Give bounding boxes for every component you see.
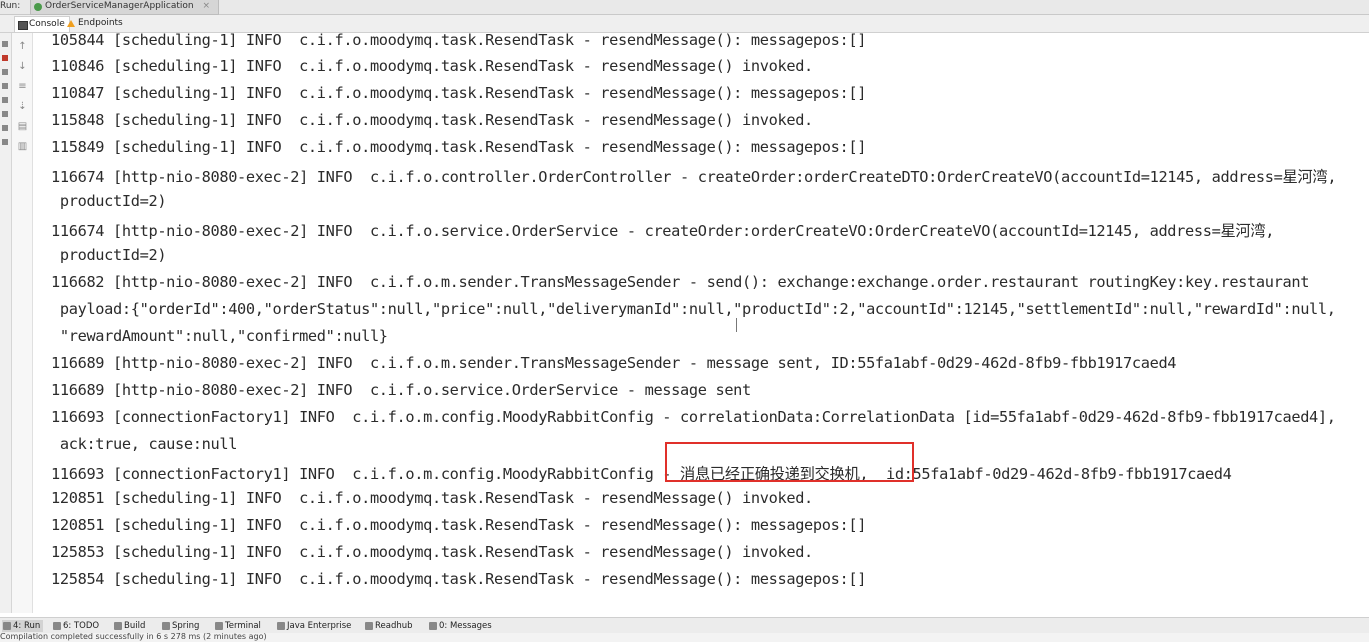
bottom-tab-readhub[interactable]: Readhub [364, 620, 413, 632]
console-line: 125853 [scheduling-1] INFO c.i.f.o.moody… [51, 543, 813, 561]
spring-icon [162, 622, 170, 630]
bottom-tab-java-enterprise[interactable]: Java Enterprise [276, 620, 351, 632]
console-line: 105844 [scheduling-1] INFO c.i.f.o.moody… [51, 33, 867, 49]
layout-icon[interactable] [2, 125, 8, 131]
bottom-tab-label: 6: TODO [63, 621, 100, 631]
bottom-tab-label: Terminal [225, 621, 261, 631]
bottom-tab-build[interactable]: Build [113, 620, 145, 632]
console-line: "rewardAmount":null,"confirmed":null} [51, 327, 388, 345]
down-arrow-icon[interactable]: ↓ [17, 61, 28, 72]
console-line: 116682 [http-nio-8080-exec-2] INFO c.i.f… [51, 273, 1310, 291]
console-icon [18, 21, 28, 30]
rerun-icon[interactable] [2, 41, 8, 47]
messages-icon [429, 622, 437, 630]
text-cursor [736, 318, 737, 332]
console-line: 116674 [http-nio-8080-exec-2] INFO c.i.f… [51, 222, 1275, 240]
console-line: payload:{"orderId":400,"orderStatus":nul… [51, 300, 1336, 318]
tab-endpoints[interactable]: Endpoints [64, 16, 127, 31]
print-icon[interactable]: ▤ [17, 121, 28, 132]
console-line: 116689 [http-nio-8080-exec-2] INFO c.i.f… [51, 354, 1177, 372]
bottom-tab-terminal[interactable]: Terminal [214, 620, 261, 632]
close-tab-icon[interactable]: × [202, 1, 210, 11]
camera-icon[interactable] [2, 83, 8, 89]
run-config-tab-label: OrderServiceManagerApplication [45, 1, 194, 11]
exit-icon[interactable] [2, 111, 8, 117]
bottom-tab-messages[interactable]: 0: Messages [428, 620, 492, 632]
console-tab-row: Console Endpoints [0, 15, 1369, 33]
bottom-tab-label: 4: Run [13, 621, 41, 631]
bottom-tab-label: Java Enterprise [287, 621, 352, 631]
console-line: 116693 [connectionFactory1] INFO c.i.f.o… [51, 465, 1232, 483]
console-output[interactable]: 105844 [scheduling-1] INFO c.i.f.o.moody… [33, 33, 1369, 613]
tab-endpoints-label: Endpoints [78, 18, 123, 28]
console-line: 116689 [http-nio-8080-exec-2] INFO c.i.f… [51, 381, 751, 399]
tab-console[interactable]: Console [14, 16, 70, 32]
readhub-icon [365, 622, 373, 630]
console-line: 115849 [scheduling-1] INFO c.i.f.o.moody… [51, 138, 867, 156]
bottom-toolwindow-bar: 4: Run 6: TODO Build Spring Terminal Jav… [0, 617, 1369, 633]
bottom-tab-spring[interactable]: Spring [161, 620, 199, 632]
bottom-tab-run[interactable]: 4: Run [2, 620, 44, 632]
highlight-box [665, 442, 914, 482]
status-bar: Compilation completed successfully in 6 … [0, 633, 1369, 642]
console-line: 110846 [scheduling-1] INFO c.i.f.o.moody… [51, 57, 813, 75]
console-line: 120851 [scheduling-1] INFO c.i.f.o.moody… [51, 489, 813, 507]
console-line: 116693 [connectionFactory1] INFO c.i.f.o… [51, 408, 1336, 426]
console-line: ack:true, cause:null [51, 435, 238, 453]
console-line: productId=2) [51, 246, 167, 264]
run-config-tab[interactable]: OrderServiceManagerApplication × [30, 0, 219, 15]
bottom-tab-label: Build [124, 621, 146, 631]
restore-layout-icon[interactable] [2, 97, 8, 103]
bottom-tab-label: 0: Messages [439, 621, 492, 631]
scroll-to-end-icon[interactable]: ⇣ [17, 101, 28, 112]
console-line: 125854 [scheduling-1] INFO c.i.f.o.moody… [51, 570, 867, 588]
spring-boot-icon [34, 3, 42, 11]
tab-console-label: Console [29, 19, 65, 29]
run-label: Run: [0, 1, 21, 11]
endpoints-icon [67, 20, 75, 27]
console-toolbar: ↑ ↓ ≡ ⇣ ▤ ▥ [12, 33, 33, 613]
console-line: 110847 [scheduling-1] INFO c.i.f.o.moody… [51, 84, 867, 102]
bottom-tab-label: Spring [172, 621, 200, 631]
soft-wrap-icon[interactable]: ≡ [17, 81, 28, 92]
trash-icon[interactable]: ▥ [17, 141, 28, 152]
java-enterprise-icon [277, 622, 285, 630]
build-icon [114, 622, 122, 630]
pin-icon[interactable] [2, 139, 8, 145]
pause-icon[interactable] [2, 69, 8, 75]
console-line: 120851 [scheduling-1] INFO c.i.f.o.moody… [51, 516, 867, 534]
console-line: productId=2) [51, 192, 167, 210]
up-arrow-icon[interactable]: ↑ [17, 41, 28, 52]
run-toolbar [0, 33, 12, 613]
bottom-tab-todo[interactable]: 6: TODO [52, 620, 99, 632]
console-line: 115848 [scheduling-1] INFO c.i.f.o.moody… [51, 111, 813, 129]
stop-icon[interactable] [2, 55, 8, 61]
terminal-icon [215, 622, 223, 630]
status-text: Compilation completed successfully in 6 … [0, 633, 267, 641]
todo-icon [53, 622, 61, 630]
console-line: 116674 [http-nio-8080-exec-2] INFO c.i.f… [51, 168, 1337, 186]
bottom-tab-label: Readhub [375, 621, 413, 631]
run-toolwindow-header: Run: OrderServiceManagerApplication × [0, 0, 1369, 15]
run-icon [3, 622, 11, 630]
